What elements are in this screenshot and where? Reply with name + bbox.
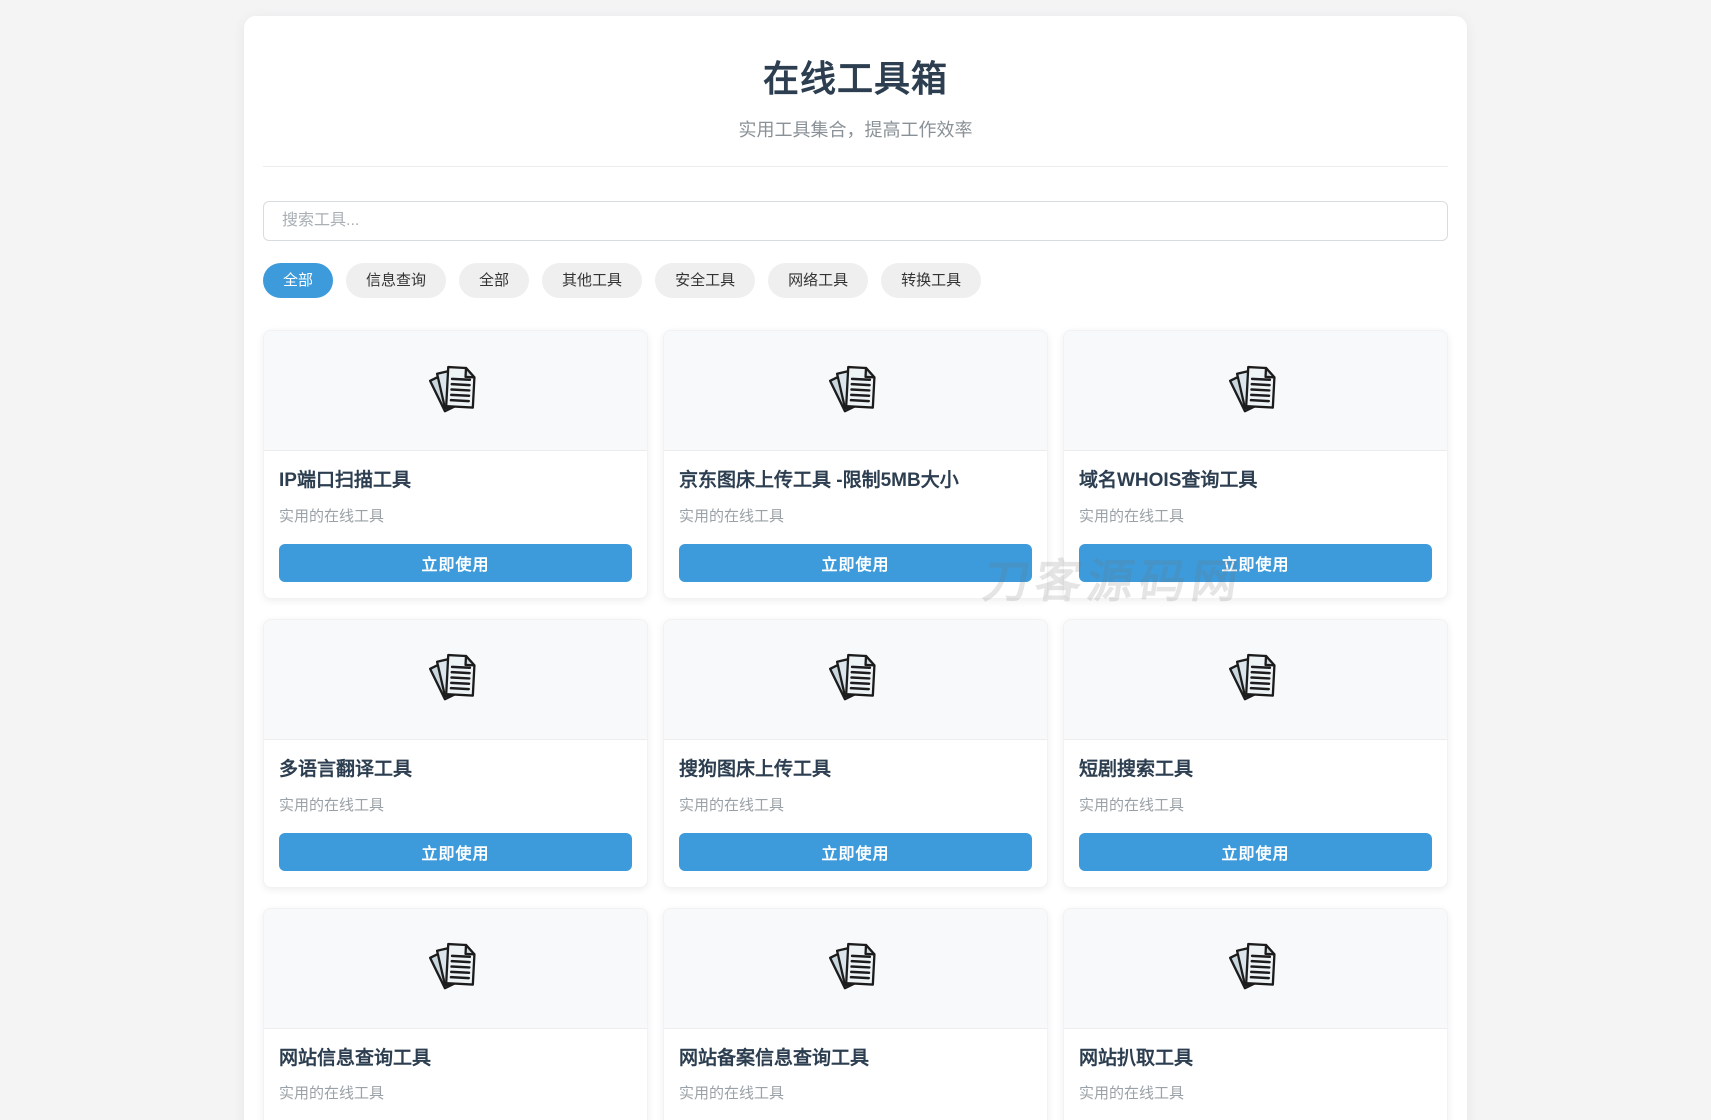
card-body: 京东图床上传工具 -限制5MB大小 实用的在线工具 立即使用 bbox=[664, 451, 1047, 598]
filter-bar: 全部信息查询全部其他工具安全工具网络工具转换工具 bbox=[263, 263, 1448, 298]
card-icon-area bbox=[664, 331, 1047, 451]
tool-description: 实用的在线工具 bbox=[1079, 1082, 1432, 1103]
tool-description: 实用的在线工具 bbox=[1079, 505, 1432, 526]
tool-card-7: 网站备案信息查询工具 实用的在线工具 立即使用 bbox=[663, 908, 1048, 1120]
filter-pill-5[interactable]: 网络工具 bbox=[768, 263, 868, 298]
tool-title: IP端口扫描工具 bbox=[279, 469, 632, 493]
card-body: 网站扒取工具 实用的在线工具 立即使用 bbox=[1064, 1029, 1447, 1120]
tool-card-8: 网站扒取工具 实用的在线工具 立即使用 bbox=[1063, 908, 1448, 1120]
tool-title: 域名WHOIS查询工具 bbox=[1079, 469, 1432, 493]
filter-pill-2[interactable]: 全部 bbox=[459, 263, 529, 298]
card-icon-area bbox=[664, 909, 1047, 1029]
header: 在线工具箱 实用工具集合，提高工作效率 bbox=[263, 50, 1448, 167]
tool-description: 实用的在线工具 bbox=[679, 505, 1032, 526]
documents-icon bbox=[1224, 359, 1288, 423]
tool-description: 实用的在线工具 bbox=[279, 505, 632, 526]
tool-description: 实用的在线工具 bbox=[679, 1082, 1032, 1103]
filter-pill-3[interactable]: 其他工具 bbox=[542, 263, 642, 298]
main-container: 在线工具箱 实用工具集合，提高工作效率 全部信息查询全部其他工具安全工具网络工具… bbox=[244, 16, 1467, 1120]
filter-pill-0[interactable]: 全部 bbox=[263, 263, 333, 298]
search-bar bbox=[263, 201, 1448, 241]
card-icon-area bbox=[664, 620, 1047, 740]
use-now-button[interactable]: 立即使用 bbox=[279, 544, 632, 582]
page-title: 在线工具箱 bbox=[263, 50, 1448, 102]
tool-card-5: 短剧搜索工具 实用的在线工具 立即使用 bbox=[1063, 619, 1448, 888]
filter-pill-6[interactable]: 转换工具 bbox=[881, 263, 981, 298]
card-body: 网站信息查询工具 实用的在线工具 立即使用 bbox=[264, 1029, 647, 1120]
tool-title: 京东图床上传工具 -限制5MB大小 bbox=[679, 469, 1032, 493]
tool-title: 短剧搜索工具 bbox=[1079, 758, 1432, 782]
tool-title: 多语言翻译工具 bbox=[279, 758, 632, 782]
card-icon-area bbox=[1064, 909, 1447, 1029]
card-icon-area bbox=[1064, 620, 1447, 740]
documents-icon bbox=[824, 359, 888, 423]
card-icon-area bbox=[264, 909, 647, 1029]
documents-icon bbox=[824, 936, 888, 1000]
documents-icon bbox=[1224, 647, 1288, 711]
use-now-button[interactable]: 立即使用 bbox=[679, 544, 1032, 582]
card-icon-area bbox=[264, 331, 647, 451]
tool-card-6: 网站信息查询工具 实用的在线工具 立即使用 bbox=[263, 908, 648, 1120]
documents-icon bbox=[824, 647, 888, 711]
tool-card-4: 搜狗图床上传工具 实用的在线工具 立即使用 bbox=[663, 619, 1048, 888]
tool-description: 实用的在线工具 bbox=[279, 794, 632, 815]
page-subtitle: 实用工具集合，提高工作效率 bbox=[263, 116, 1448, 142]
tool-description: 实用的在线工具 bbox=[1079, 794, 1432, 815]
card-icon-area bbox=[1064, 331, 1447, 451]
filter-pill-4[interactable]: 安全工具 bbox=[655, 263, 755, 298]
card-body: 网站备案信息查询工具 实用的在线工具 立即使用 bbox=[664, 1029, 1047, 1120]
documents-icon bbox=[1224, 936, 1288, 1000]
tool-card-3: 多语言翻译工具 实用的在线工具 立即使用 bbox=[263, 619, 648, 888]
filter-pill-1[interactable]: 信息查询 bbox=[346, 263, 446, 298]
documents-icon bbox=[424, 359, 488, 423]
documents-icon bbox=[424, 647, 488, 711]
tool-card-2: 域名WHOIS查询工具 实用的在线工具 立即使用 bbox=[1063, 330, 1448, 599]
search-input[interactable] bbox=[263, 201, 1448, 241]
card-body: 短剧搜索工具 实用的在线工具 立即使用 bbox=[1064, 740, 1447, 887]
card-body: 搜狗图床上传工具 实用的在线工具 立即使用 bbox=[664, 740, 1047, 887]
card-body: IP端口扫描工具 实用的在线工具 立即使用 bbox=[264, 451, 647, 598]
tool-title: 网站备案信息查询工具 bbox=[679, 1047, 1032, 1071]
card-body: 多语言翻译工具 实用的在线工具 立即使用 bbox=[264, 740, 647, 887]
use-now-button[interactable]: 立即使用 bbox=[1079, 544, 1432, 582]
tool-description: 实用的在线工具 bbox=[679, 794, 1032, 815]
use-now-button[interactable]: 立即使用 bbox=[679, 833, 1032, 871]
tool-title: 搜狗图床上传工具 bbox=[679, 758, 1032, 782]
tool-description: 实用的在线工具 bbox=[279, 1082, 632, 1103]
use-now-button[interactable]: 立即使用 bbox=[279, 833, 632, 871]
use-now-button[interactable]: 立即使用 bbox=[1079, 833, 1432, 871]
card-icon-area bbox=[264, 620, 647, 740]
tools-grid: IP端口扫描工具 实用的在线工具 立即使用 bbox=[263, 330, 1448, 1120]
tool-title: 网站扒取工具 bbox=[1079, 1047, 1432, 1071]
tool-card-1: 京东图床上传工具 -限制5MB大小 实用的在线工具 立即使用 bbox=[663, 330, 1048, 599]
tool-title: 网站信息查询工具 bbox=[279, 1047, 632, 1071]
tool-card-0: IP端口扫描工具 实用的在线工具 立即使用 bbox=[263, 330, 648, 599]
documents-icon bbox=[424, 936, 488, 1000]
card-body: 域名WHOIS查询工具 实用的在线工具 立即使用 bbox=[1064, 451, 1447, 598]
